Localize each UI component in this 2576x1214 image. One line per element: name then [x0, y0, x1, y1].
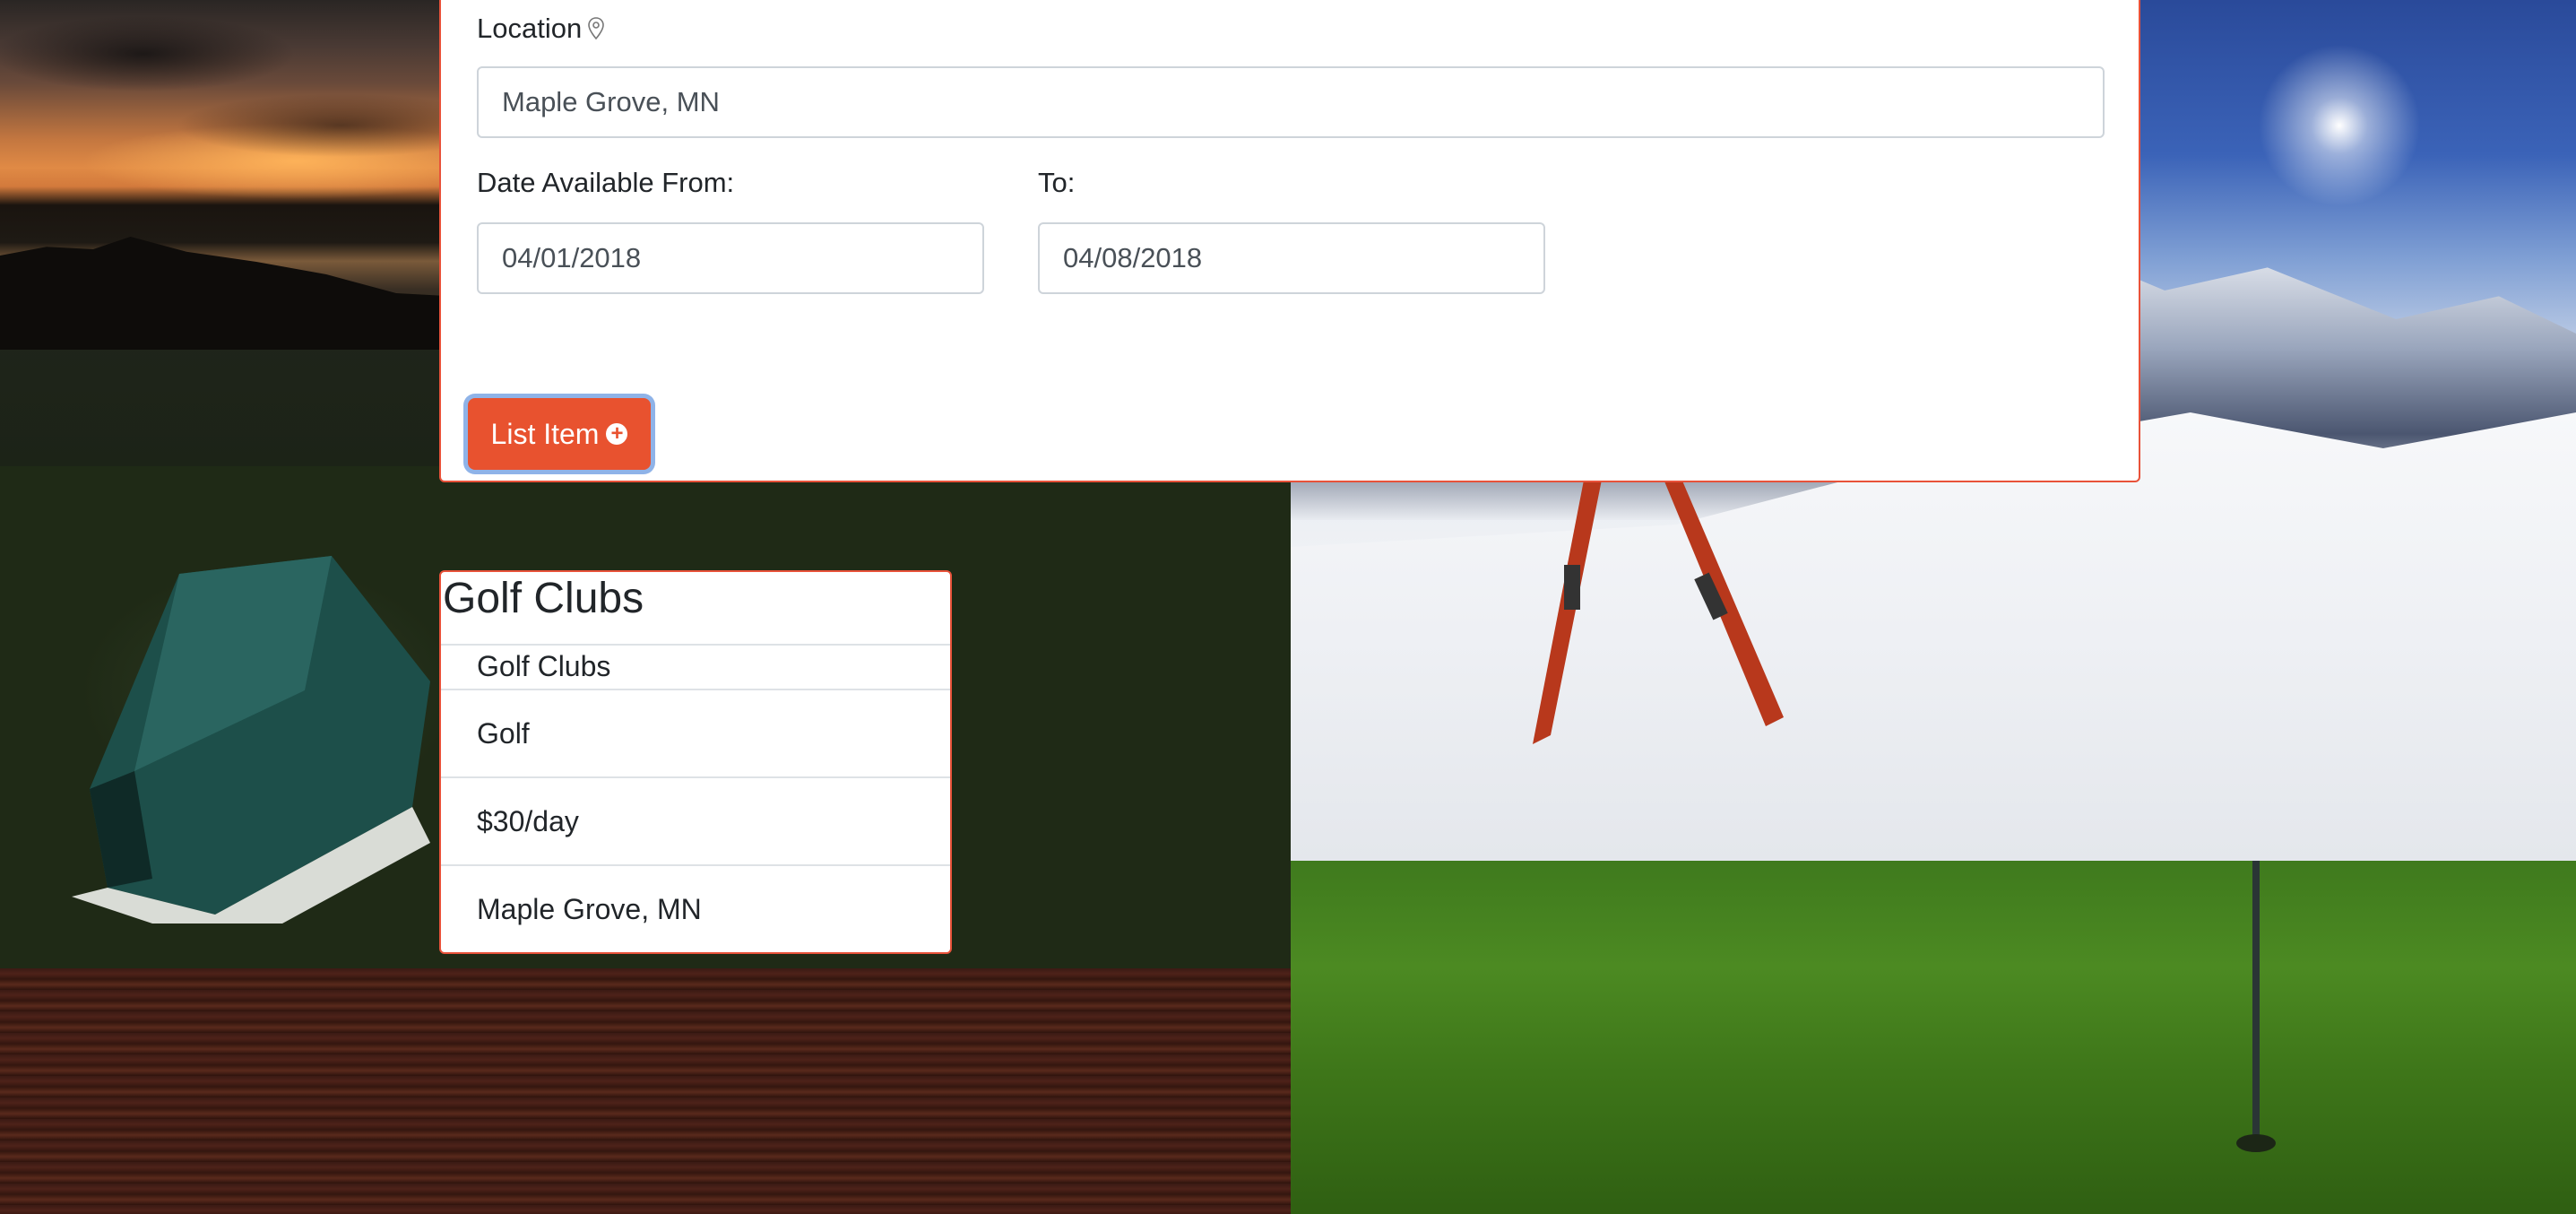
golf-hole: [2236, 1134, 2276, 1152]
location-label-row: Location: [477, 13, 605, 45]
date-to-label: To:: [1038, 167, 1076, 198]
clouds: [0, 0, 466, 224]
golf-green-background: [1291, 861, 2576, 1214]
location-input[interactable]: [477, 66, 2105, 138]
water-background: [0, 968, 1291, 1214]
date-to-input[interactable]: [1038, 222, 1545, 294]
item-card[interactable]: Golf Clubs Golf Clubs Golf $30/day Maple…: [439, 570, 952, 954]
tent-image: [72, 556, 430, 924]
item-price: $30/day: [441, 776, 950, 864]
date-from-label: Date Available From:: [477, 167, 735, 198]
item-category: Golf: [441, 689, 950, 776]
list-item-button[interactable]: List Item +: [468, 398, 651, 470]
plus-circle-icon: +: [606, 423, 628, 445]
skis-image: [1533, 466, 1784, 744]
item-card-title: Golf Clubs: [443, 575, 644, 622]
list-item-form: Location Date Available From: To: List I…: [439, 0, 2140, 482]
map-pin-icon: [588, 17, 605, 40]
date-from-input[interactable]: [477, 222, 984, 294]
list-item-button-label: List Item: [490, 417, 600, 450]
flag-pin: [2252, 861, 2260, 1148]
item-location: Maple Grove, MN: [441, 864, 950, 952]
treeline: [0, 237, 466, 350]
item-name: Golf Clubs: [441, 644, 950, 689]
location-label: Location: [477, 13, 583, 44]
